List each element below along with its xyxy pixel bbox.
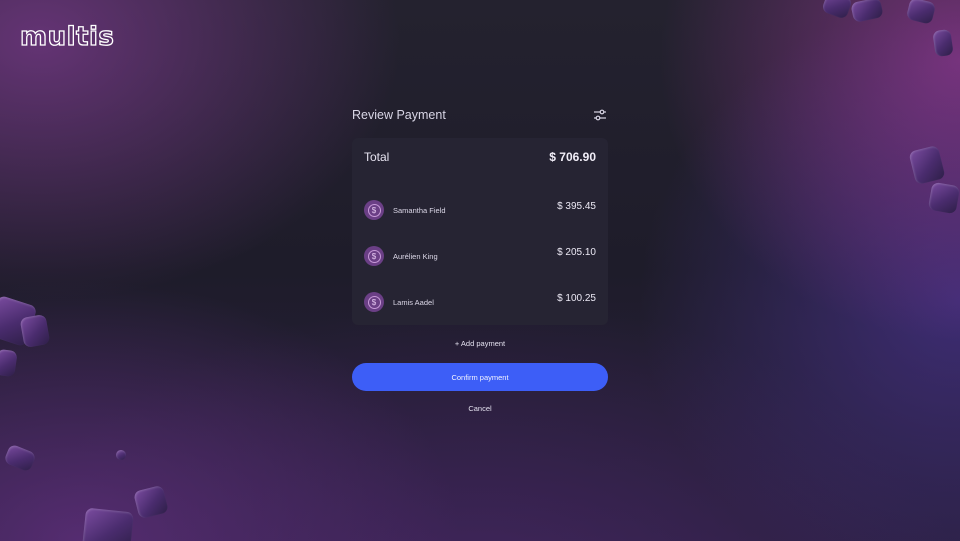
total-amount-sub-bar xyxy=(549,167,596,173)
decorative-cube xyxy=(19,313,51,349)
payment-amount: $ 205.10 xyxy=(557,246,596,258)
total-sub-bar xyxy=(364,167,389,173)
review-payment-panel: Review Payment Total $ 706.90 $ Samantha… xyxy=(352,100,608,413)
sliders-icon[interactable] xyxy=(592,107,608,123)
panel-header: Review Payment xyxy=(352,100,608,130)
payment-amount: $ 395.45 xyxy=(557,200,596,212)
total-amount: $ 706.90 xyxy=(549,150,596,164)
usdc-coin-icon: $ xyxy=(364,200,384,220)
total-label: Total xyxy=(364,150,390,164)
payee: $ Aurélien King xyxy=(364,246,438,266)
add-payment-link[interactable]: + Add payment xyxy=(352,339,608,348)
usdc-coin-icon: $ xyxy=(364,246,384,266)
total-row: Total $ 706.90 xyxy=(364,138,596,187)
cancel-link[interactable]: Cancel xyxy=(352,404,608,413)
payment-amount-sub-bar xyxy=(557,306,596,312)
payment-row[interactable]: $ Samantha Field $ 395.45 xyxy=(364,187,596,233)
payment-amount-sub-bar xyxy=(557,214,596,220)
payee: $ Samantha Field xyxy=(364,200,446,220)
payee-name: Aurélien King xyxy=(393,251,438,261)
payee: $ Lamis Aadel xyxy=(364,292,434,312)
decorative-cube xyxy=(927,181,960,215)
payment-summary-card: Total $ 706.90 $ Samantha Field $ 395.45… xyxy=(352,138,608,325)
payee-name: Samantha Field xyxy=(393,205,446,215)
payment-row[interactable]: $ Lamis Aadel $ 100.25 xyxy=(364,279,596,325)
confirm-payment-button[interactable]: Confirm payment xyxy=(352,363,608,391)
page-title: Review Payment xyxy=(352,108,446,122)
payment-amount-sub-bar xyxy=(557,260,596,266)
decorative-cube xyxy=(932,28,954,58)
multis-logo: multis xyxy=(19,21,115,52)
payment-amount: $ 100.25 xyxy=(557,292,596,304)
payment-row[interactable]: $ Aurélien King $ 205.10 xyxy=(364,233,596,279)
payee-name: Lamis Aadel xyxy=(393,297,434,307)
decorative-cube xyxy=(82,507,134,541)
usdc-coin-icon: $ xyxy=(364,292,384,312)
